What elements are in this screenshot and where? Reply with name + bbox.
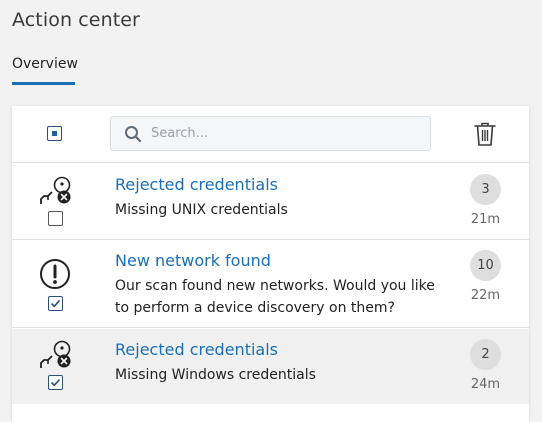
timestamp: 22m — [470, 288, 501, 303]
search-input[interactable] — [151, 117, 421, 150]
checkmark-icon — [50, 299, 61, 308]
notification-description: Missing Windows credentials — [115, 367, 316, 383]
alert-circle-icon — [39, 258, 71, 294]
notification-row[interactable]: New network found Our scan found new net… — [12, 240, 529, 328]
notification-description: Our scan found new networks. Would you l… — [115, 278, 435, 316]
select-all-checkbox[interactable] — [47, 126, 62, 141]
row-checkbox[interactable] — [48, 375, 63, 390]
row-checkbox[interactable] — [48, 296, 63, 311]
row-checkbox[interactable] — [48, 211, 63, 226]
timestamp: 21m — [470, 212, 501, 227]
trash-icon[interactable] — [474, 121, 496, 151]
active-tab-indicator — [12, 82, 75, 85]
tab-overview[interactable]: Overview — [12, 56, 78, 72]
notification-title[interactable]: Rejected credentials — [115, 340, 278, 359]
timestamp: 24m — [470, 377, 501, 392]
notification-title[interactable]: New network found — [115, 251, 271, 270]
search-box[interactable] — [110, 116, 431, 151]
notification-row[interactable]: Rejected credentials Missing Windows cre… — [12, 329, 529, 404]
rejected-credentials-icon — [38, 340, 74, 378]
page-title: Action center — [12, 9, 140, 31]
notifications-panel: Rejected credentials Missing UNIX creden… — [12, 106, 529, 422]
notification-description: Missing UNIX credentials — [115, 202, 288, 218]
notification-title[interactable]: Rejected credentials — [115, 175, 278, 194]
notification-row[interactable]: Rejected credentials Missing UNIX creden… — [12, 164, 529, 240]
toolbar — [12, 106, 529, 163]
checkmark-icon — [50, 378, 61, 387]
count-badge: 10 — [470, 250, 501, 281]
rejected-credentials-icon — [38, 176, 74, 214]
search-icon — [124, 125, 142, 147]
count-badge: 3 — [470, 174, 501, 205]
count-badge: 2 — [470, 339, 501, 370]
